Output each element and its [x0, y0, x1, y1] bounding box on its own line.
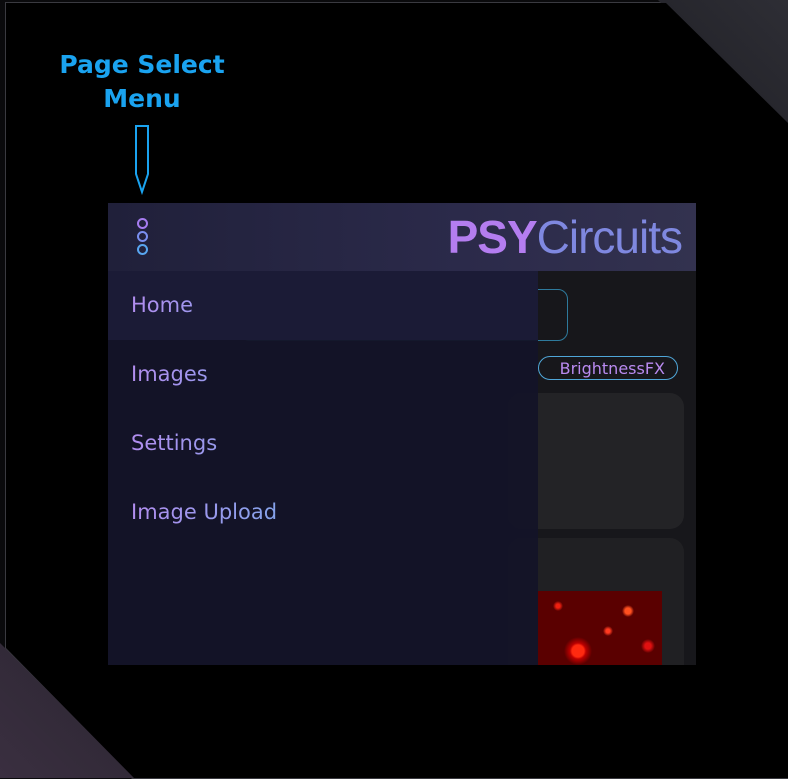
- kebab-menu-icon[interactable]: [132, 218, 152, 256]
- brightnessfx-chip[interactable]: BrightnessFX: [538, 356, 678, 380]
- page-select-drawer: Home Images Settings Image Upload: [108, 271, 538, 665]
- logo-bold-text: PSY: [447, 211, 538, 263]
- top-bar: PSYCircuits: [108, 203, 696, 271]
- menu-item-home[interactable]: Home: [108, 271, 538, 340]
- annotation-label: Page Select Menu: [40, 48, 244, 116]
- image-thumbnail[interactable]: [538, 591, 662, 665]
- annotation-line-1: Page Select: [59, 50, 225, 79]
- menu-item-image-upload[interactable]: Image Upload: [108, 478, 538, 547]
- annotation-line-2: Menu: [103, 84, 181, 113]
- app-window: BrightnessFX PSYCircuits Home Images Set…: [108, 203, 696, 665]
- arrow-down-icon: [135, 125, 149, 196]
- menu-item-settings[interactable]: Settings: [108, 409, 538, 478]
- menu-item-images[interactable]: Images: [108, 340, 538, 409]
- logo-light-text: Circuits: [536, 211, 683, 263]
- app-logo: PSYCircuits: [447, 209, 683, 265]
